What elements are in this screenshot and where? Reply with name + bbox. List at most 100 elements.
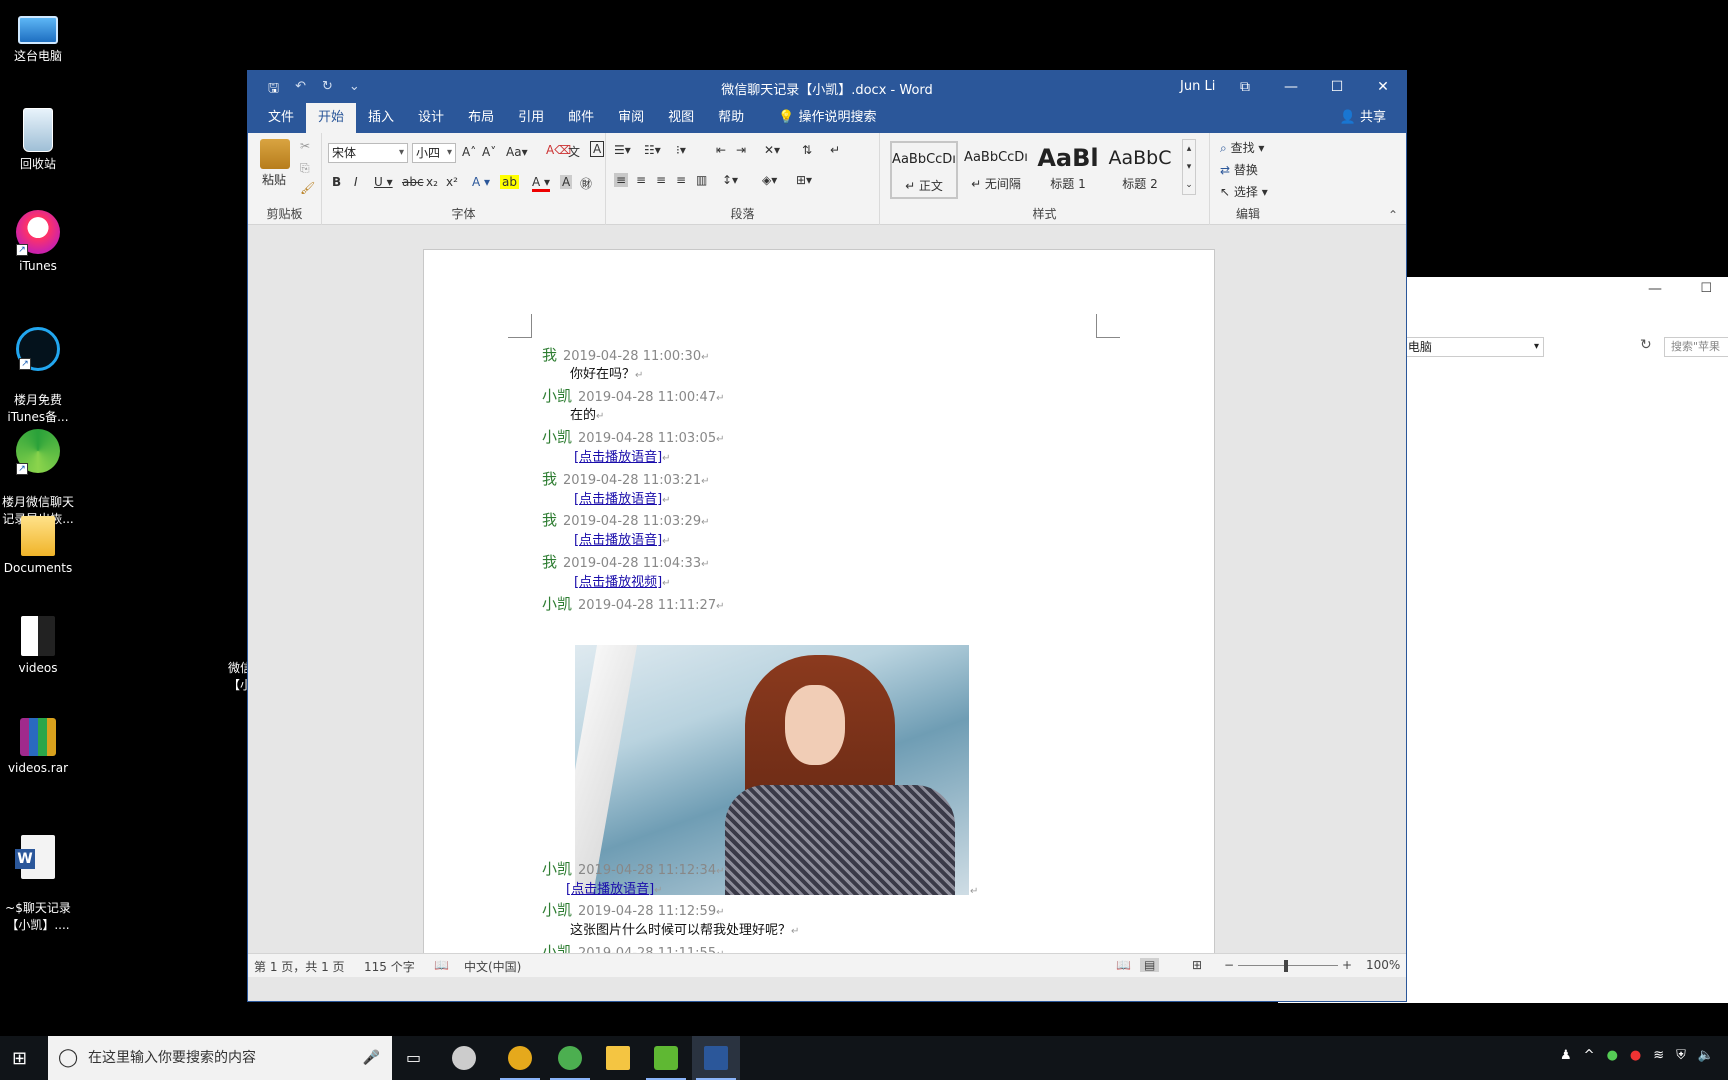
zoom-out-icon[interactable]: − xyxy=(1224,958,1234,972)
microphone-icon[interactable]: 🎤 xyxy=(363,1036,380,1080)
chinese-layout-icon[interactable]: ✕▾ xyxy=(764,143,780,157)
copy-icon[interactable]: ⎘ xyxy=(300,161,310,176)
replace-button[interactable]: ⇄ 替换 xyxy=(1220,161,1258,178)
multilevel-list-icon[interactable]: ⁝▾ xyxy=(676,143,686,157)
desktop-icon-word-temp[interactable]: ~$聊天记录 【小凯】.... xyxy=(0,818,76,951)
underline-button[interactable]: U ▾ xyxy=(374,175,393,189)
align-right-button[interactable]: ≡ xyxy=(656,173,666,187)
tab-insert[interactable]: 插入 xyxy=(356,103,406,133)
find-button[interactable]: ⌕ 查找 ▾ xyxy=(1220,139,1264,156)
refresh-icon[interactable]: ↻ xyxy=(1640,337,1652,353)
people-icon[interactable]: ♟ xyxy=(1560,1048,1572,1063)
strikethrough-button[interactable]: abc xyxy=(402,175,424,189)
bold-button[interactable]: B xyxy=(332,175,341,189)
font-color-icon[interactable]: A ▾ xyxy=(532,175,551,192)
security-icon[interactable]: ⛨ xyxy=(1676,1048,1686,1063)
character-border-icon[interactable]: A xyxy=(590,141,605,157)
proofing-icon[interactable]: 📖 xyxy=(434,958,449,972)
show-marks-icon[interactable]: ↵ xyxy=(830,143,840,157)
chevron-up-icon[interactable]: ^ xyxy=(1584,1048,1595,1063)
shading-icon[interactable]: ◈▾ xyxy=(762,173,777,187)
play-video-link[interactable]: [点击播放视频] xyxy=(574,575,662,590)
decrease-indent-icon[interactable]: ⇤ xyxy=(716,143,726,157)
character-shading-icon[interactable]: A xyxy=(560,175,573,189)
maximize-icon[interactable]: ☐ xyxy=(1700,281,1712,296)
tab-view[interactable]: 视图 xyxy=(656,103,706,133)
desktop-icon-videos[interactable]: videos xyxy=(0,616,76,677)
tab-design[interactable]: 设计 xyxy=(406,103,456,133)
word-taskbar-icon[interactable] xyxy=(692,1036,740,1080)
tab-home[interactable]: 开始 xyxy=(306,103,357,133)
file-explorer-icon[interactable] xyxy=(594,1036,642,1080)
desktop-icon-documents[interactable]: Documents xyxy=(0,516,76,577)
styles-scroll[interactable]: ▴ ▾ ⌄ xyxy=(1182,139,1196,195)
tab-references[interactable]: 引用 xyxy=(506,103,556,133)
play-voice-link[interactable]: [点击播放语音] xyxy=(574,450,662,465)
style-heading-1[interactable]: AaBl 标题 1 xyxy=(1034,141,1102,199)
chevron-down-icon[interactable]: ▾ xyxy=(1534,338,1539,356)
select-button[interactable]: ↖ 选择 ▾ xyxy=(1220,183,1268,200)
align-center-button[interactable]: ≡ xyxy=(636,173,646,187)
change-case-icon[interactable]: Aa▾ xyxy=(506,145,528,159)
read-mode-icon[interactable]: 📖 xyxy=(1116,958,1131,972)
italic-button[interactable]: I xyxy=(354,175,358,189)
line-spacing-icon[interactable]: ↕▾ xyxy=(722,173,738,187)
app-icon-3[interactable] xyxy=(546,1036,594,1080)
paste-button[interactable]: 粘贴 xyxy=(262,171,286,188)
wifi-icon[interactable]: ≋ xyxy=(1653,1048,1664,1063)
windows-start-icon[interactable]: ⊞ xyxy=(12,1048,27,1069)
zoom-slider[interactable] xyxy=(1238,965,1338,966)
document-page[interactable]: 我 2019-04-28 11:00:30↵ 你好在吗？↵ 小凯 2019-04-2… xyxy=(423,249,1215,977)
tab-mailings[interactable]: 邮件 xyxy=(556,103,606,133)
page-count[interactable]: 第 1 页，共 1 页 xyxy=(254,958,345,975)
shrink-font-icon[interactable]: A˅ xyxy=(482,145,496,159)
app-icon-4[interactable] xyxy=(642,1036,690,1080)
desktop-icon-this-pc[interactable]: 这台电脑 xyxy=(0,8,76,65)
titlebar[interactable]: 🖫 ↶ ↻ ⌄ 微信聊天记录【小凯】.docx - Word Jun Li ⧉ … xyxy=(248,71,1406,103)
close-button[interactable]: ✕ xyxy=(1360,71,1406,103)
style-no-spacing[interactable]: AaBbCcDı ↵ 无间隔 xyxy=(962,141,1030,199)
highlight-color-icon[interactable]: ab xyxy=(500,175,519,189)
paste-icon[interactable] xyxy=(260,139,290,169)
format-painter-icon[interactable]: 🖌 xyxy=(300,181,315,195)
collapse-ribbon-icon[interactable]: ⌃ xyxy=(1388,208,1398,222)
grow-font-icon[interactable]: A˄ xyxy=(462,145,476,159)
app-icon-2[interactable] xyxy=(496,1036,544,1080)
desktop-icon-recycle-bin[interactable]: 回收站 xyxy=(0,108,76,173)
maximize-button[interactable]: ☐ xyxy=(1314,71,1360,103)
tell-me-search[interactable]: 💡 操作说明搜索 xyxy=(766,103,888,133)
document-area[interactable]: 我 2019-04-28 11:00:30↵ 你好在吗？↵ 小凯 2019-04-2… xyxy=(248,225,1406,977)
subscript-button[interactable]: x₂ xyxy=(426,175,438,189)
taskbar-search-input[interactable]: ◯ 在这里输入你要搜索的内容 🎤 xyxy=(48,1036,392,1080)
sort-icon[interactable]: ⇅ xyxy=(802,143,812,157)
numbering-icon[interactable]: ☷▾ xyxy=(644,143,661,157)
font-size-select[interactable]: 小四 xyxy=(412,143,456,163)
print-layout-icon[interactable]: ▤ xyxy=(1140,958,1160,972)
borders-icon[interactable]: ⊞▾ xyxy=(796,173,812,187)
zoom-in-icon[interactable]: + xyxy=(1342,958,1352,972)
language[interactable]: 中文(中国) xyxy=(464,958,521,975)
app-icon-1[interactable] xyxy=(440,1036,488,1080)
zoom-slider-thumb[interactable] xyxy=(1284,960,1288,972)
zoom-level[interactable]: 100% xyxy=(1366,958,1400,972)
style-normal[interactable]: AaBbCcDı ↵ 正文 xyxy=(890,141,958,199)
ribbon-display-options-icon[interactable]: ⧉ xyxy=(1222,71,1268,103)
style-heading-2[interactable]: AaBbC 标题 2 xyxy=(1106,141,1174,199)
word-count[interactable]: 115 个字 xyxy=(364,958,415,975)
bullets-icon[interactable]: ☰▾ xyxy=(614,143,631,157)
cut-icon[interactable]: ✂ xyxy=(300,139,310,153)
text-effects-icon[interactable]: A ▾ xyxy=(472,175,490,189)
justify-button[interactable]: ≡ xyxy=(676,173,686,187)
tab-file[interactable]: 文件 xyxy=(256,103,306,133)
minimize-icon[interactable]: — xyxy=(1648,281,1662,297)
play-voice-link[interactable]: [点击播放语音] xyxy=(566,882,654,897)
font-name-select[interactable]: 宋体 xyxy=(328,143,408,163)
play-voice-link[interactable]: [点击播放语音] xyxy=(574,533,662,548)
superscript-button[interactable]: x² xyxy=(446,175,458,189)
increase-indent-icon[interactable]: ⇥ xyxy=(736,143,746,157)
tab-help[interactable]: 帮助 xyxy=(706,103,756,133)
tab-layout[interactable]: 布局 xyxy=(456,103,506,133)
share-button[interactable]: 👤 共享 xyxy=(1340,103,1386,133)
search-input[interactable]: 搜索"苹果 xyxy=(1664,337,1728,357)
play-voice-link[interactable]: [点击播放语音] xyxy=(574,492,662,507)
